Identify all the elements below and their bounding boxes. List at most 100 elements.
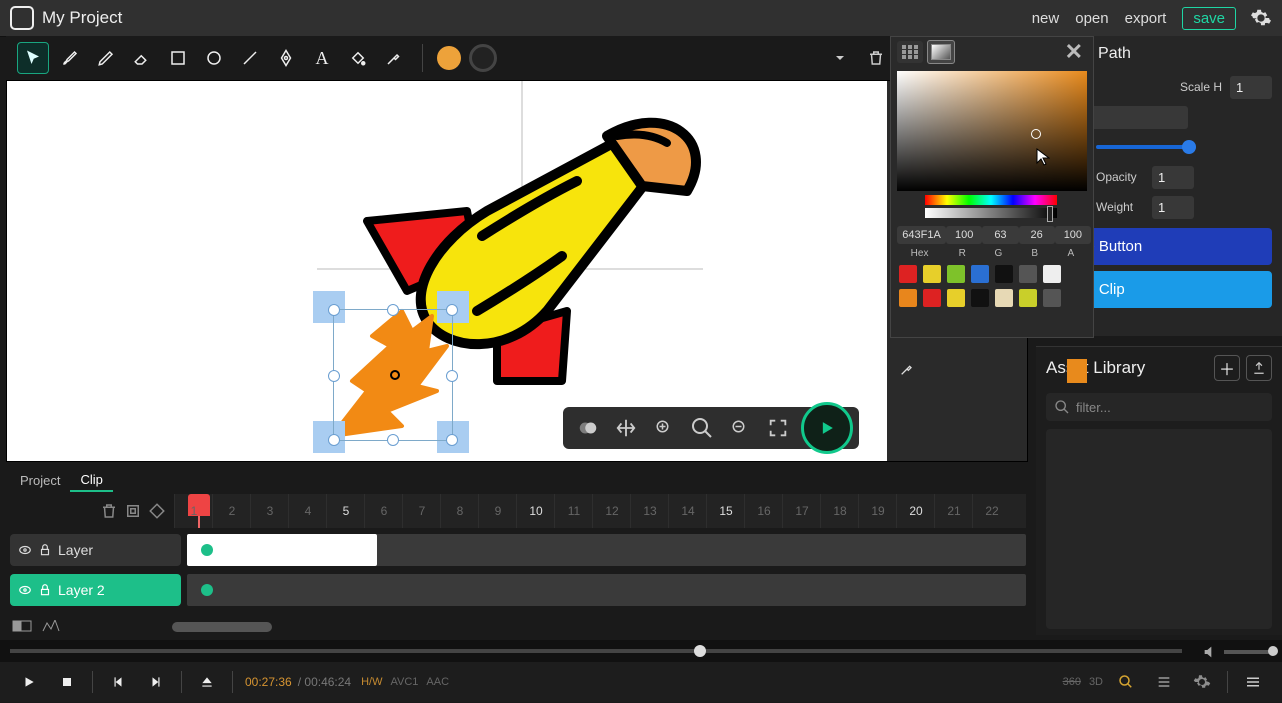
color-swatch[interactable] — [1043, 265, 1061, 283]
gradient-tab[interactable] — [927, 40, 955, 64]
hue-slider[interactable] — [925, 195, 1057, 205]
new-link[interactable]: new — [1032, 10, 1060, 27]
swatch-grid-tab[interactable] — [897, 41, 923, 63]
volume-slider[interactable] — [1224, 650, 1274, 654]
volume-icon[interactable] — [1202, 644, 1218, 660]
ruler-tick[interactable]: 7 — [402, 494, 441, 528]
ruler-tick[interactable]: 13 — [630, 494, 669, 528]
ruler-tick[interactable]: 22 — [972, 494, 1011, 528]
prev-frame-button[interactable] — [103, 667, 133, 697]
asset-filter-input[interactable]: filter... — [1046, 393, 1272, 421]
ruler-tick[interactable]: 14 — [668, 494, 707, 528]
settings-icon[interactable] — [1187, 667, 1217, 697]
ruler-tick[interactable]: 20 — [896, 494, 935, 528]
zoom-out-icon[interactable] — [723, 411, 757, 445]
eject-button[interactable] — [192, 667, 222, 697]
color-swatch[interactable] — [1019, 289, 1037, 307]
settings-gear-icon[interactable] — [1250, 7, 1272, 29]
loop-search-icon[interactable] — [1111, 667, 1141, 697]
ruler-tick[interactable]: 1 — [174, 494, 213, 528]
threed-badge[interactable]: 3D — [1089, 676, 1103, 688]
ruler-tick[interactable]: 4 — [288, 494, 327, 528]
ruler-tick[interactable]: 5 — [326, 494, 365, 528]
color-swatch[interactable] — [899, 265, 917, 283]
pan-icon[interactable] — [609, 411, 643, 445]
color-swatch[interactable] — [971, 289, 989, 307]
eye-icon[interactable] — [18, 583, 32, 597]
ruler-tick[interactable]: 2 — [212, 494, 251, 528]
pen-tool[interactable] — [271, 43, 301, 73]
ruler-tick[interactable]: 19 — [858, 494, 897, 528]
track-bar[interactable] — [187, 574, 1026, 606]
project-tab[interactable]: Project — [10, 470, 70, 491]
eyedropper-icon[interactable] — [899, 361, 915, 377]
cursor-tool[interactable] — [17, 42, 49, 74]
lightness-slider[interactable] — [925, 208, 1057, 218]
add-asset-button[interactable]: ＋ — [1214, 355, 1240, 381]
export-link[interactable]: export — [1125, 10, 1167, 27]
eraser-tool[interactable] — [127, 43, 157, 73]
play-button[interactable] — [14, 667, 44, 697]
value-slider[interactable] — [1096, 145, 1196, 149]
stop-button[interactable] — [52, 667, 82, 697]
ellipse-tool[interactable] — [199, 43, 229, 73]
threesixty-badge[interactable]: 360 — [1063, 676, 1081, 688]
eyedropper-tool[interactable] — [379, 43, 409, 73]
layer-label[interactable]: Layer 2 — [10, 574, 181, 606]
color-swatch[interactable] — [1043, 289, 1061, 307]
ruler-tick[interactable]: 16 — [744, 494, 783, 528]
eye-icon[interactable] — [18, 543, 32, 557]
timeline-keyframe-icon[interactable] — [148, 502, 166, 520]
layer-label[interactable]: Layer — [10, 534, 181, 566]
opacity-input[interactable] — [1152, 166, 1194, 189]
dropdown-caret-icon[interactable] — [825, 43, 855, 73]
keyframe-dot[interactable] — [201, 544, 213, 556]
line-tool[interactable] — [235, 43, 265, 73]
timeline-waveform-icon[interactable] — [42, 620, 62, 632]
color-swatch[interactable] — [899, 289, 917, 307]
global-scrub-knob[interactable] — [694, 645, 706, 657]
selection-box[interactable] — [333, 309, 453, 441]
keyframe-dot[interactable] — [201, 584, 213, 596]
timeline-duplicate-icon[interactable] — [124, 502, 142, 520]
color-swatch[interactable] — [947, 289, 965, 307]
ruler-tick[interactable]: 12 — [592, 494, 631, 528]
track-bar[interactable] — [187, 534, 1026, 566]
color-swatch[interactable] — [995, 289, 1013, 307]
color-swatch[interactable] — [923, 265, 941, 283]
stroke-color-swatch[interactable] — [469, 44, 497, 72]
ruler-tick[interactable]: 11 — [554, 494, 593, 528]
play-preview-button[interactable] — [801, 402, 853, 454]
open-link[interactable]: open — [1075, 10, 1108, 27]
a-input[interactable] — [1055, 226, 1091, 244]
color-gradient-field[interactable] — [897, 71, 1087, 191]
lock-icon[interactable] — [38, 583, 52, 597]
ruler-tick[interactable]: 10 — [516, 494, 555, 528]
ruler-tick[interactable]: 6 — [364, 494, 403, 528]
ruler-tick[interactable]: 15 — [706, 494, 745, 528]
close-icon[interactable]: ✕ — [1061, 39, 1087, 65]
timeline-view-icon[interactable] — [12, 620, 32, 632]
color-swatch[interactable] — [947, 265, 965, 283]
timeline-hscroll[interactable] — [172, 622, 1012, 632]
save-button[interactable]: save — [1182, 7, 1236, 30]
fullscreen-icon[interactable] — [761, 411, 795, 445]
fill-bucket-tool[interactable] — [343, 43, 373, 73]
scale-h-input[interactable] — [1230, 76, 1272, 99]
canvas[interactable] — [7, 81, 887, 461]
color-swatch[interactable] — [995, 265, 1013, 283]
ruler-tick[interactable]: 18 — [820, 494, 859, 528]
brush-tool[interactable] — [55, 43, 85, 73]
zoom-icon[interactable] — [685, 411, 719, 445]
ruler-tick[interactable]: 3 — [250, 494, 289, 528]
path-tab[interactable]: Path — [1098, 45, 1131, 63]
list-view-icon[interactable] — [1149, 667, 1179, 697]
next-frame-button[interactable] — [141, 667, 171, 697]
ruler-tick[interactable]: 9 — [478, 494, 517, 528]
timeline-trash-icon[interactable] — [100, 502, 118, 520]
zoom-in-icon[interactable] — [647, 411, 681, 445]
onion-skin-icon[interactable] — [571, 411, 605, 445]
color-swatch[interactable] — [971, 265, 989, 283]
trash-icon[interactable] — [861, 43, 891, 73]
ruler-tick[interactable]: 17 — [782, 494, 821, 528]
